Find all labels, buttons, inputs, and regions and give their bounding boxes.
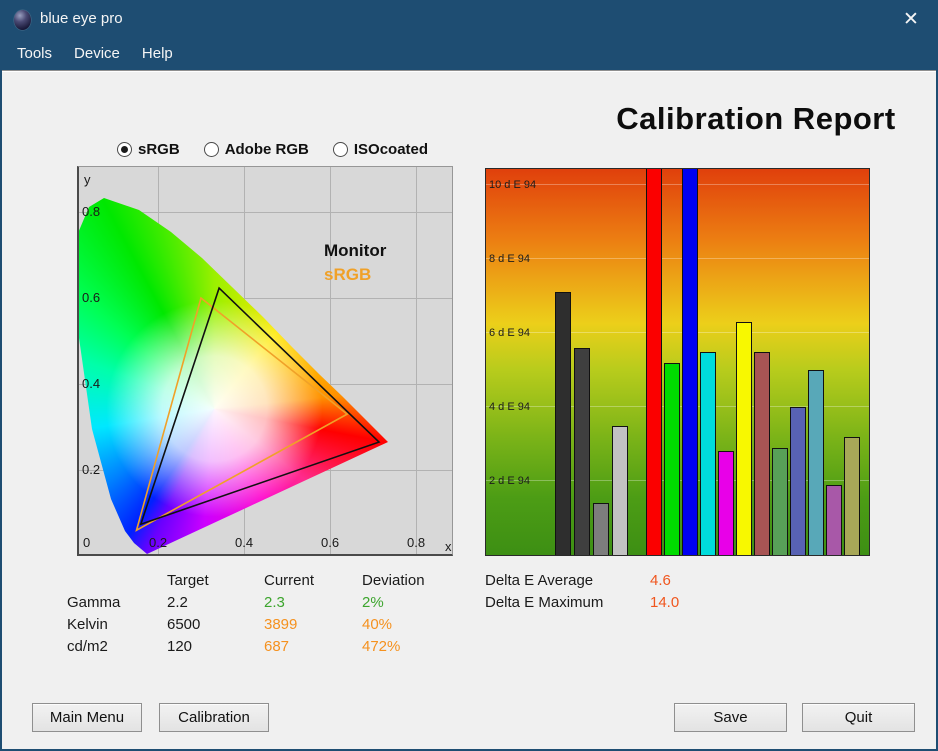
deviation-value: 472%: [362, 637, 401, 655]
table-row-gamma: Gamma 2.2 2.3 2%: [67, 591, 457, 613]
chart-axis-label: 10 d E 94: [489, 179, 537, 191]
cie-axis-tick: 0.8: [407, 535, 426, 550]
target-value: 120: [167, 637, 193, 655]
cie-axis-tick: 0: [83, 535, 91, 550]
current-value: 3899: [264, 615, 298, 633]
legend-monitor: Monitor: [324, 241, 387, 260]
cie-axis-tick: 0.6: [321, 535, 340, 550]
calibration-results-table: Target Current Deviation Gamma 2.2 2.3 2% Kelvi…: [67, 569, 457, 657]
radio-label: Adobe RGB: [224, 141, 309, 158]
table-row-cdm2: cd/m2 120 687 472%: [67, 635, 457, 657]
close-button[interactable]: ✕: [898, 7, 924, 33]
row-label: Kelvin: [67, 615, 108, 633]
column-header: Target: [167, 571, 209, 589]
bar-yellow: [736, 321, 752, 555]
menu-item-tools[interactable]: Tools: [6, 38, 63, 70]
radio-option-srgb[interactable]: sRGB: [117, 141, 180, 158]
gamut-triangles: [135, 286, 381, 532]
bar-magenta: [718, 451, 734, 555]
srgb-triangle: [135, 296, 349, 532]
bar-dark-gray: [555, 292, 571, 555]
summary-row: Delta E Maximum 14.0: [485, 591, 679, 613]
calibration-button[interactable]: Calibration: [159, 703, 269, 732]
chart-axis-label: 6 d E 94: [489, 327, 530, 339]
app-window: blue eye pro ✕ Tools Device Help sRGB Adobe…: [0, 0, 938, 751]
bar-slate-blue: [790, 407, 806, 555]
bar-purple: [826, 484, 842, 555]
menu-bar: Tools Device Help: [2, 38, 936, 70]
column-header: Current: [264, 571, 315, 589]
summary-row: Delta E Average 4.6: [485, 569, 679, 591]
cie-axis-tick: 0.6: [82, 290, 101, 305]
summary-value: 14.0: [650, 593, 680, 611]
menu-item-device[interactable]: Device: [63, 38, 131, 70]
bar-light-gray: [612, 425, 628, 555]
bar-green: [664, 362, 680, 555]
chart-gridline: [486, 184, 869, 185]
current-value: 2.3: [264, 593, 285, 611]
quit-button[interactable]: Quit: [802, 703, 915, 732]
radio-option-adobe-rgb[interactable]: Adobe RGB: [203, 141, 309, 158]
row-label: Gamma: [67, 593, 121, 611]
bar-cyan: [700, 351, 716, 555]
current-value: 687: [264, 637, 290, 655]
window-title: blue eye pro: [40, 10, 123, 27]
chart-axis-label: 2 d E 94: [489, 475, 530, 487]
summary-label: Delta E Maximum: [485, 593, 604, 611]
bar-teal: [808, 370, 824, 555]
chart-gridline: [486, 332, 869, 333]
cie-axis-tick: 0.2: [82, 462, 101, 477]
report-title: Calibration Report: [616, 101, 896, 136]
cie-axis-tick: 0.8: [82, 204, 101, 219]
row-label: cd/m2: [67, 637, 108, 655]
cie-axis-tick: 0.4: [82, 376, 101, 391]
target-value: 2.2: [167, 593, 188, 611]
legend-srgb: sRGB: [324, 265, 372, 284]
monitor-triangle: [139, 286, 381, 526]
bar-dark-red: [754, 351, 770, 555]
radio-circle[interactable]: [117, 142, 132, 157]
bar-mid-gray: [593, 503, 609, 555]
app-icon: [14, 10, 31, 30]
cie-chromaticity-diagram: 0.8 0.6 0.4 0.2 0.2 0.4 0.6 0.8 0 y x Monitor sRGB: [77, 166, 453, 556]
cie-axis-tick: 0.2: [149, 535, 168, 550]
bar-gray: [574, 347, 590, 555]
main-content: sRGB Adobe RGB ISOcoated Calibration Repor…: [2, 70, 936, 749]
chart-axis-label: 8 d E 94: [489, 253, 530, 265]
save-button[interactable]: Save: [674, 703, 787, 732]
radio-circle[interactable]: [203, 142, 219, 157]
radio-label: ISOcoated: [353, 141, 429, 158]
summary-value: 4.6: [650, 571, 671, 589]
menu-item-help[interactable]: Help: [131, 38, 184, 70]
title-bar: blue eye pro ✕: [2, 2, 936, 38]
delta-e-bar-chart: 10 d E 94 8 d E 94 6 d E 94 4 d E 94 2 d E 9…: [485, 168, 870, 556]
delta-e-summary: Delta E Average 4.6 Delta E Maximum 14.0: [485, 569, 679, 613]
profile-radio-group: sRGB Adobe RGB ISOcoated: [117, 141, 452, 158]
column-header: Deviation: [362, 571, 425, 589]
bar-blue: [682, 169, 698, 555]
bar-olive: [844, 436, 860, 555]
bar-red: [646, 169, 662, 555]
main-menu-button[interactable]: Main Menu: [32, 703, 142, 732]
cie-x-axis-letter: x: [445, 539, 452, 554]
target-value: 6500: [167, 615, 201, 633]
cie-y-axis-letter: y: [84, 172, 91, 187]
cie-axis-tick: 0.4: [235, 535, 254, 550]
chart-gridline: [486, 258, 869, 259]
table-row-kelvin: Kelvin 6500 3899 40%: [67, 613, 457, 635]
radio-label: sRGB: [138, 141, 180, 158]
radio-option-isocoated[interactable]: ISOcoated: [332, 141, 429, 158]
deviation-value: 40%: [362, 615, 393, 633]
chart-axis-label: 4 d E 94: [489, 401, 530, 413]
radio-circle[interactable]: [332, 142, 348, 157]
summary-label: Delta E Average: [485, 571, 594, 589]
deviation-value: 2%: [362, 593, 384, 611]
bar-dark-green: [772, 447, 788, 555]
